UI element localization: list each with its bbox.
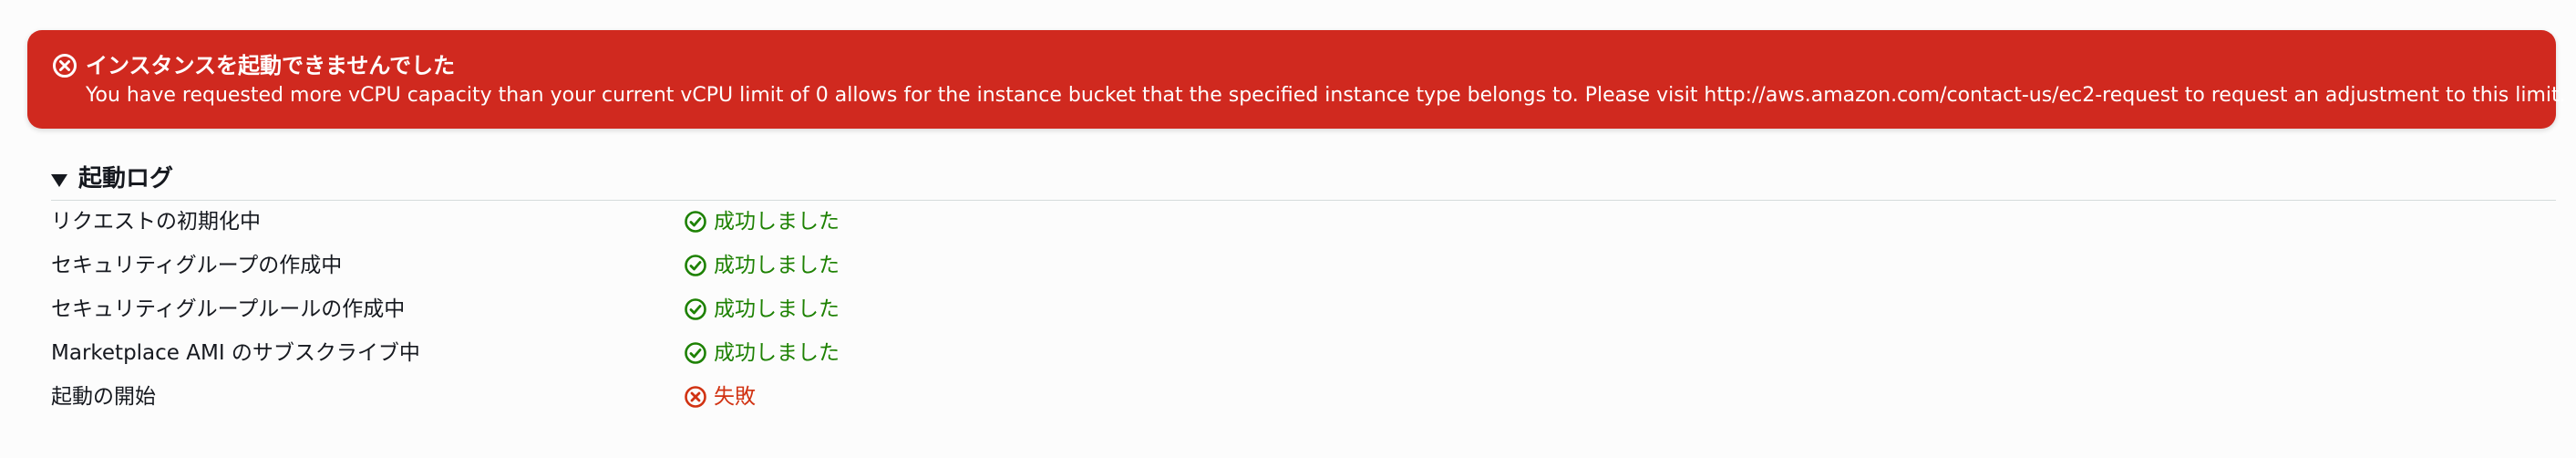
log-step-label: セキュリティグループルールの作成中	[51, 297, 406, 321]
log-step-label: リクエストの初期化中	[51, 210, 261, 234]
log-row: リクエストの初期化中 成功しました	[51, 201, 2556, 245]
error-x-circle-icon	[51, 52, 78, 79]
error-x-circle-icon	[684, 385, 707, 409]
error-message: You have requested more vCPU capacity th…	[86, 84, 2566, 107]
launch-log-list: リクエストの初期化中 成功しました セキュリティグループの作成中 成功しました …	[51, 201, 2556, 420]
log-row: セキュリティグループの作成中 成功しました	[51, 245, 2556, 288]
log-status: 成功しました	[684, 205, 840, 238]
error-alert-banner: インスタンスを起動できませんでした You have requested mor…	[27, 30, 2566, 129]
log-status: 失敗	[684, 380, 756, 413]
error-title: インスタンスを起動できませんでした	[86, 53, 456, 78]
log-status: 成功しました	[684, 249, 840, 282]
launch-result-page: インスタンスを起動できませんでした You have requested mor…	[0, 0, 2576, 458]
check-circle-icon	[684, 297, 707, 321]
log-status-text: 成功しました	[714, 297, 840, 321]
launch-log-section: 起動ログ リクエストの初期化中 成功しました セキュリティグループの作成中 成功…	[51, 161, 2556, 420]
log-row: Marketplace AMI のサブスクライブ中 成功しました	[51, 332, 2556, 376]
check-circle-icon	[684, 341, 707, 365]
log-status-text: 成功しました	[714, 341, 840, 365]
launch-log-title: 起動ログ	[78, 165, 174, 193]
log-step-label: 起動の開始	[51, 385, 156, 409]
log-row: 起動の開始 失敗	[51, 376, 2556, 420]
log-step-label: Marketplace AMI のサブスクライブ中	[51, 341, 420, 365]
log-status-text: 成功しました	[714, 210, 840, 234]
launch-log-toggle[interactable]: 起動ログ	[51, 161, 2556, 201]
caret-down-icon	[51, 174, 67, 187]
log-status: 成功しました	[684, 337, 840, 370]
log-status-text: 成功しました	[714, 254, 840, 277]
log-step-label: セキュリティグループの作成中	[51, 254, 343, 277]
check-circle-icon	[684, 210, 707, 234]
log-status-text: 失敗	[714, 385, 756, 409]
log-status: 成功しました	[684, 293, 840, 326]
log-row: セキュリティグループルールの作成中 成功しました	[51, 288, 2556, 332]
check-circle-icon	[684, 254, 707, 277]
